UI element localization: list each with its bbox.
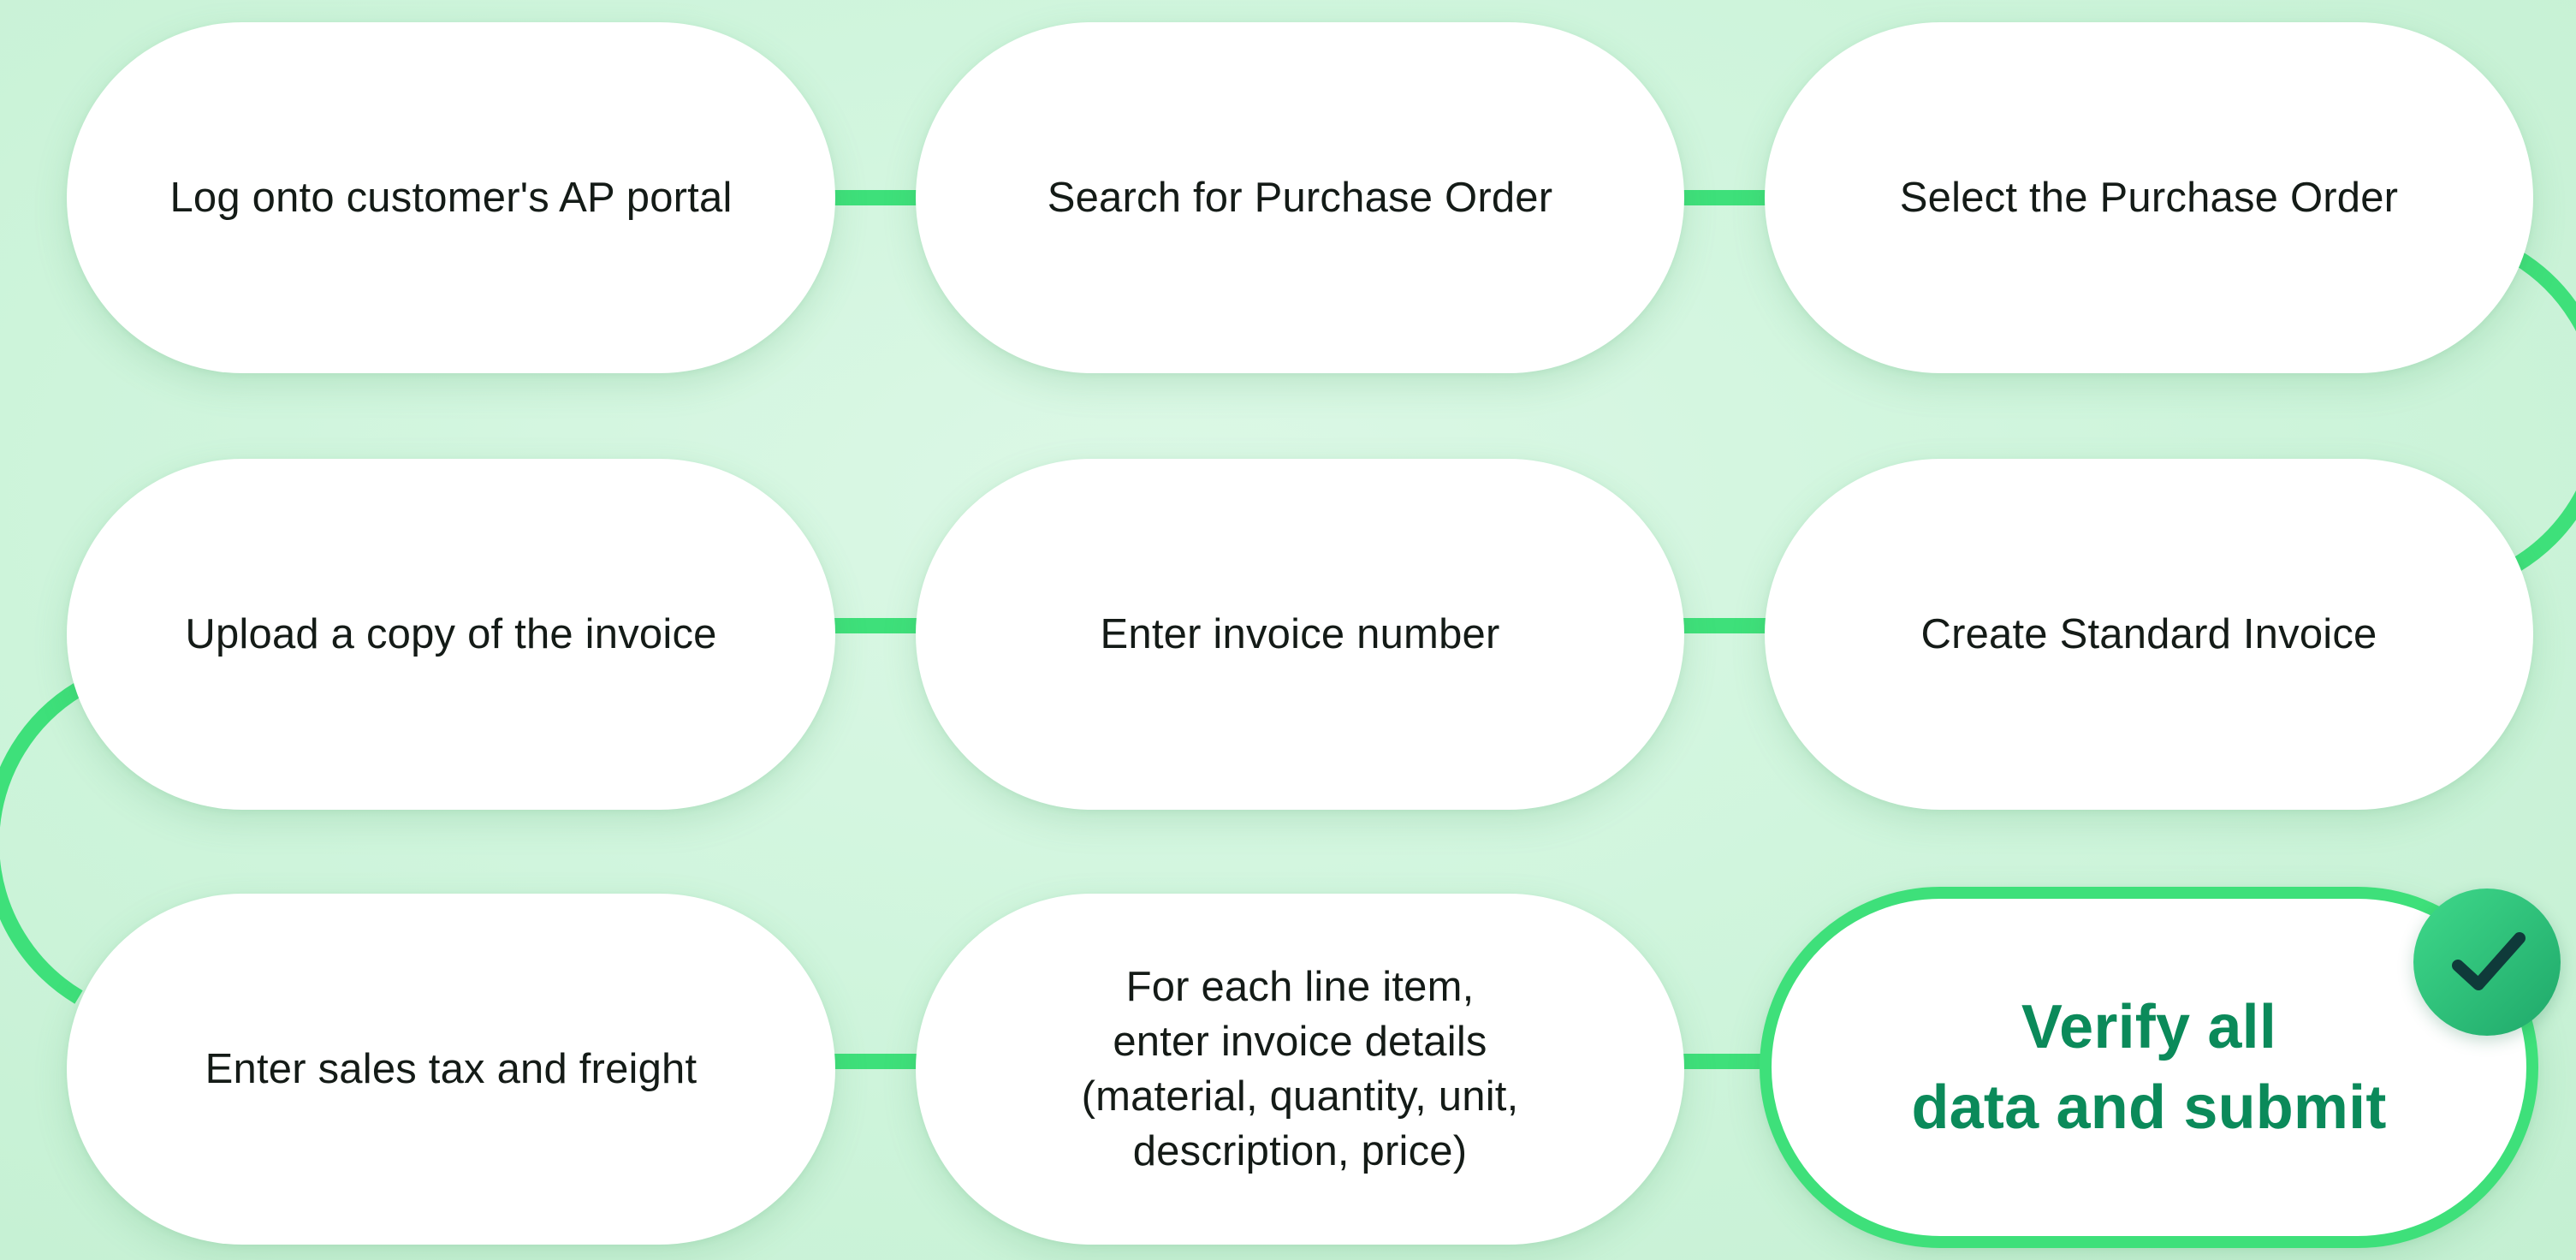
step-label: Enter invoice number: [1100, 611, 1500, 657]
step-enter-invoice-number: Enter invoice number: [916, 459, 1684, 810]
connector-6-7: [0, 682, 83, 1004]
step-label-final: Verify all data and submit: [1911, 993, 2387, 1142]
step-label: Enter sales tax and freight: [205, 1046, 697, 1092]
checkmark-icon: [2452, 932, 2526, 990]
step-label: Log onto customer's AP portal: [169, 175, 733, 221]
step-upload-invoice-copy: Upload a copy of the invoice: [67, 459, 835, 810]
complete-badge: [2413, 889, 2561, 1036]
step-enter-tax-freight: Enter sales tax and freight: [67, 894, 835, 1245]
step-select-purchase-order: Select the Purchase Order: [1765, 22, 2533, 373]
step-label: Search for Purchase Order: [1047, 175, 1553, 221]
step-search-purchase-order: Search for Purchase Order: [916, 22, 1684, 373]
step-enter-line-item-details: For each line item, enter invoice detail…: [916, 894, 1684, 1245]
step-label: Upload a copy of the invoice: [185, 611, 717, 657]
step-create-standard-invoice: Create Standard Invoice: [1765, 459, 2533, 810]
step-log-onto-portal: Log onto customer's AP portal: [67, 22, 835, 373]
connector-3-4: [2512, 250, 2576, 572]
step-label: For each line item, enter invoice detail…: [1081, 964, 1519, 1174]
step-label: Create Standard Invoice: [1920, 611, 2377, 657]
step-label: Select the Purchase Order: [1899, 175, 2399, 221]
